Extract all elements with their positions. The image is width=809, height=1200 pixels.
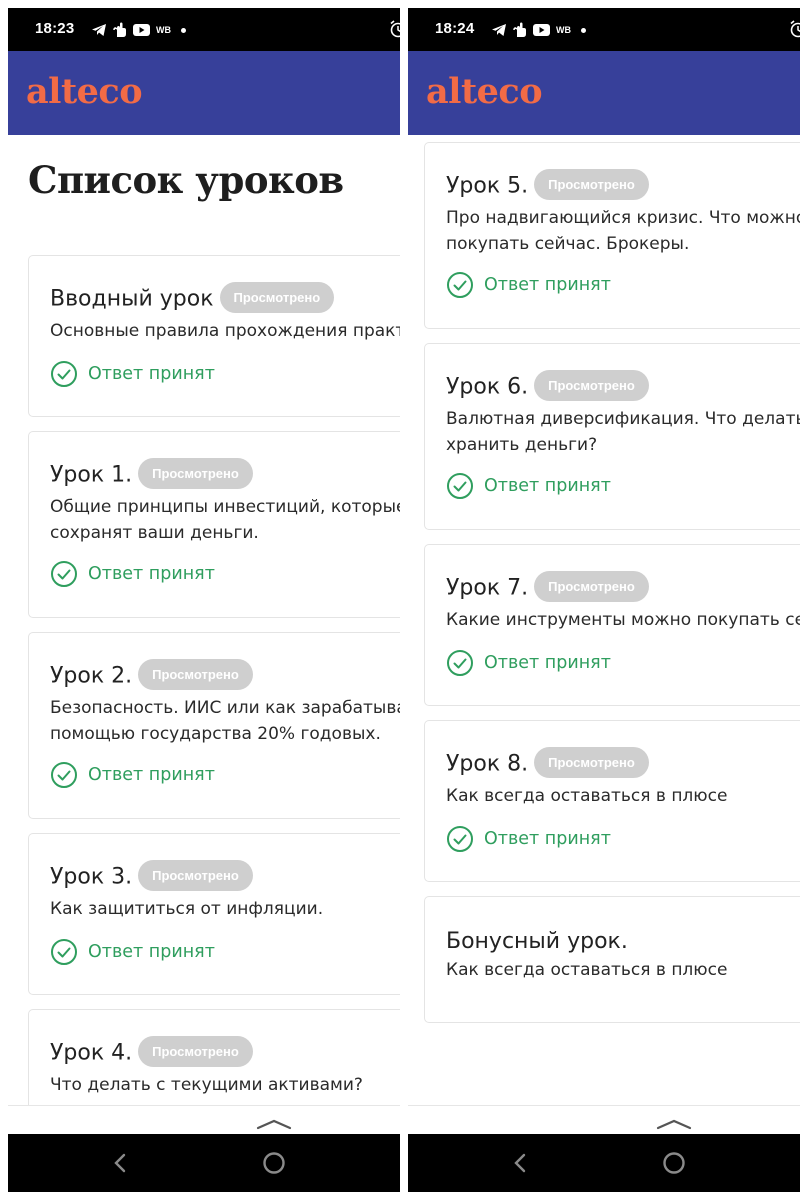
alarm-icon — [790, 20, 800, 42]
lesson-title: Урок 8. — [446, 751, 529, 777]
answer-status-label: Ответ принят — [88, 364, 215, 384]
viewed-badge: Просмотрено — [534, 169, 649, 200]
answer-status-label: Ответ принят — [88, 942, 215, 962]
answer-status: Ответ принят — [446, 649, 611, 677]
lesson-title: Урок 2. — [50, 663, 133, 689]
youtube-icon — [533, 24, 550, 36]
viewed-badge: Просмотрено — [534, 370, 649, 401]
status-time: 18:23 — [35, 20, 75, 37]
answer-status: Ответ принят — [446, 825, 611, 853]
chevron-up-icon[interactable] — [656, 1115, 692, 1134]
lesson-card[interactable]: Урок 7. Просмотрено Какие инструменты мож… — [424, 544, 800, 706]
phone-screen-right: 18:24 WB alteco Урок 5. Просмотрено Про н… — [408, 8, 800, 1192]
alteco-logo[interactable]: alteco — [26, 71, 143, 112]
lesson-card[interactable]: Урок 6. Просмотрено Валютная диверсификац… — [424, 343, 800, 530]
page-title: Список уроков — [28, 158, 344, 202]
lesson-card[interactable]: Урок 1. Просмотрено Общие принципы инвест… — [28, 431, 400, 618]
lesson-card[interactable]: Бонусный урок. Как всегда оставаться в п… — [424, 896, 800, 1023]
youtube-icon — [133, 24, 150, 36]
network-label: WB — [556, 25, 571, 35]
system-nav-bar — [8, 1134, 400, 1192]
answer-status: Ответ принят — [50, 938, 215, 966]
check-circle-icon — [447, 826, 473, 852]
answer-status-label: Ответ принят — [484, 275, 611, 295]
home-icon[interactable] — [262, 1151, 286, 1179]
app-header: alteco — [408, 51, 800, 135]
telegram-icon — [91, 23, 107, 37]
check-circle-icon — [51, 561, 77, 587]
network-label: WB — [156, 25, 171, 35]
lesson-title: Урок 6. — [446, 374, 529, 400]
check-circle-icon — [447, 473, 473, 499]
lesson-description: Общие принципы инвестиций, которые сохра… — [50, 497, 400, 543]
status-bar: 18:23 WB — [8, 8, 400, 51]
alarm-icon — [390, 20, 400, 42]
back-icon[interactable] — [110, 1152, 132, 1178]
check-circle-icon — [51, 762, 77, 788]
lesson-description: Какие инструменты можно покупать се — [446, 610, 800, 630]
viewed-badge: Просмотрено — [138, 1036, 253, 1067]
check-circle-icon — [51, 361, 77, 387]
lesson-description: Как всегда оставаться в плюсе — [446, 786, 728, 806]
answer-status-label: Ответ принят — [484, 476, 611, 496]
chevron-up-icon[interactable] — [256, 1115, 292, 1134]
home-icon[interactable] — [662, 1151, 686, 1179]
notification-icons: WB — [491, 21, 586, 39]
gesture-icon — [513, 22, 527, 38]
lesson-description: Валютная диверсификация. Что делать хран… — [446, 409, 800, 455]
answer-status-label: Ответ принят — [88, 765, 215, 785]
check-circle-icon — [447, 272, 473, 298]
lesson-title: Вводный урок — [50, 286, 214, 312]
answer-status: Ответ принят — [50, 761, 215, 789]
lesson-description: Что делать с текущими активами? — [50, 1075, 363, 1095]
answer-status-label: Ответ принят — [484, 653, 611, 673]
lesson-card[interactable]: Урок 3. Просмотрено Как защититься от инф… — [28, 833, 400, 995]
lesson-card[interactable]: Урок 2. Просмотрено Безопасность. ИИС или… — [28, 632, 400, 819]
answer-status-label: Ответ принят — [88, 564, 215, 584]
answer-status: Ответ принят — [446, 472, 611, 500]
answer-status: Ответ принят — [50, 560, 215, 588]
lesson-title: Урок 3. — [50, 864, 133, 890]
check-circle-icon — [447, 650, 473, 676]
notification-icons: WB — [91, 21, 186, 39]
notification-dot-icon — [181, 27, 186, 33]
lesson-description: Про надвигающийся кризис. Что можно поку… — [446, 208, 800, 254]
notification-dot-icon — [581, 27, 586, 33]
answer-status: Ответ принят — [50, 360, 215, 388]
bottom-divider — [8, 1105, 400, 1106]
viewed-badge: Просмотрено — [534, 747, 649, 778]
status-time: 18:24 — [435, 20, 475, 37]
lesson-title: Урок 1. — [50, 462, 133, 488]
answer-status-label: Ответ принят — [484, 829, 611, 849]
lesson-title: Урок 7. — [446, 575, 529, 601]
lesson-card[interactable]: Вводный урок Просмотрено Основные правила… — [28, 255, 400, 417]
app-header: alteco — [8, 51, 400, 135]
lesson-card[interactable]: Урок 5. Просмотрено Про надвигающийся кри… — [424, 142, 800, 329]
lesson-title: Урок 4. — [50, 1040, 133, 1066]
lesson-description: Как защититься от инфляции. — [50, 899, 324, 919]
alteco-logo[interactable]: alteco — [426, 71, 543, 112]
answer-status: Ответ принят — [446, 271, 611, 299]
lesson-description: Основные правила прохождения практ — [50, 321, 400, 341]
back-icon[interactable] — [510, 1152, 532, 1178]
viewed-badge: Просмотрено — [138, 458, 253, 489]
status-bar: 18:24 WB — [408, 8, 800, 51]
bottom-divider — [408, 1105, 800, 1106]
lesson-card[interactable]: Урок 8. Просмотрено Как всегда оставаться… — [424, 720, 800, 882]
lesson-title: Бонусный урок. — [446, 929, 628, 954]
lesson-title: Урок 5. — [446, 173, 529, 199]
viewed-badge: Просмотрено — [219, 282, 335, 313]
phone-screen-left: 18:23 WB alteco Список уроков Вводный ур… — [8, 8, 400, 1192]
lesson-description: Безопасность. ИИС или как зарабатыва пом… — [50, 698, 400, 744]
viewed-badge: Просмотрено — [138, 860, 253, 891]
lesson-description: Как всегда оставаться в плюсе — [446, 960, 728, 980]
system-nav-bar — [408, 1134, 800, 1192]
check-circle-icon — [51, 939, 77, 965]
gesture-icon — [113, 22, 127, 38]
viewed-badge: Просмотрено — [534, 571, 649, 602]
bottom-sheet-area — [8, 1106, 400, 1134]
telegram-icon — [491, 23, 507, 37]
viewed-badge: Просмотрено — [138, 659, 253, 690]
